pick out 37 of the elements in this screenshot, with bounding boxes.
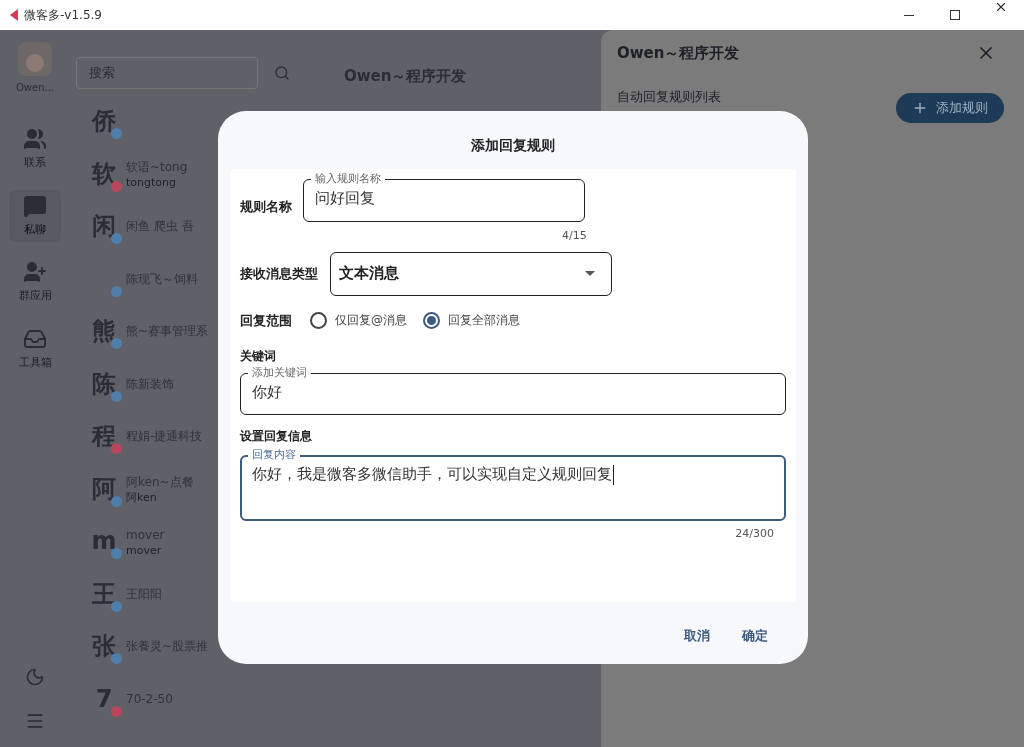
panel-heading: 自动回复规则列表 bbox=[617, 87, 721, 106]
search-icon[interactable] bbox=[274, 65, 290, 81]
nav-item[interactable]: 私聊 bbox=[9, 189, 61, 242]
panel-title: Owen～程序开发 bbox=[617, 43, 740, 64]
field-value: 你好，我是微客多微信助手，可以实现自定义规则回复 bbox=[252, 463, 615, 486]
field-value: 问好回复 bbox=[315, 188, 376, 209]
nav-item[interactable]: 联系 bbox=[9, 123, 61, 176]
radio-option[interactable]: 回复全部消息 bbox=[423, 311, 520, 330]
field-value: 你好 bbox=[252, 382, 283, 403]
field-label: 回复内容 bbox=[248, 447, 300, 463]
chat-icon bbox=[23, 193, 47, 218]
nav-item[interactable]: 群应用 bbox=[9, 256, 61, 309]
person-plus-icon bbox=[23, 260, 47, 284]
menu-icon[interactable] bbox=[25, 711, 45, 731]
people-icon bbox=[23, 127, 47, 151]
radio-option[interactable]: 仅回复@消息 bbox=[310, 311, 407, 330]
dialog-button[interactable]: 取消 bbox=[676, 622, 718, 650]
contact-subtitle: mover bbox=[126, 543, 163, 557]
type-select[interactable]: 文本消息 bbox=[330, 251, 612, 296]
field-label: 添加关键词 bbox=[248, 365, 311, 381]
contact-subtitle: tongtong bbox=[126, 176, 177, 190]
field-label: 输入规则名称 bbox=[311, 171, 385, 187]
field-caption: 回复范围 bbox=[240, 311, 293, 330]
field-caption: 规则名称 bbox=[240, 197, 293, 216]
section-heading: 关键词 bbox=[240, 348, 277, 365]
app-logo-icon bbox=[8, 8, 20, 22]
section-heading: 设置回复信息 bbox=[240, 428, 313, 445]
dropdown-caret-icon bbox=[585, 271, 595, 276]
moon-icon[interactable] bbox=[25, 667, 45, 687]
add-rule-button[interactable]: 添加规则 bbox=[896, 92, 1004, 123]
avatar[interactable] bbox=[18, 42, 52, 76]
window-title: 微客多-v1.5.9 bbox=[24, 7, 102, 24]
field-caption: 接收消息类型 bbox=[240, 264, 319, 283]
char-counter: 4/15 bbox=[562, 228, 587, 244]
dialog-title: 添加回复规则 bbox=[470, 136, 556, 155]
dialog-button[interactable]: 确定 bbox=[734, 622, 776, 650]
char-counter: 24/300 bbox=[735, 526, 774, 542]
